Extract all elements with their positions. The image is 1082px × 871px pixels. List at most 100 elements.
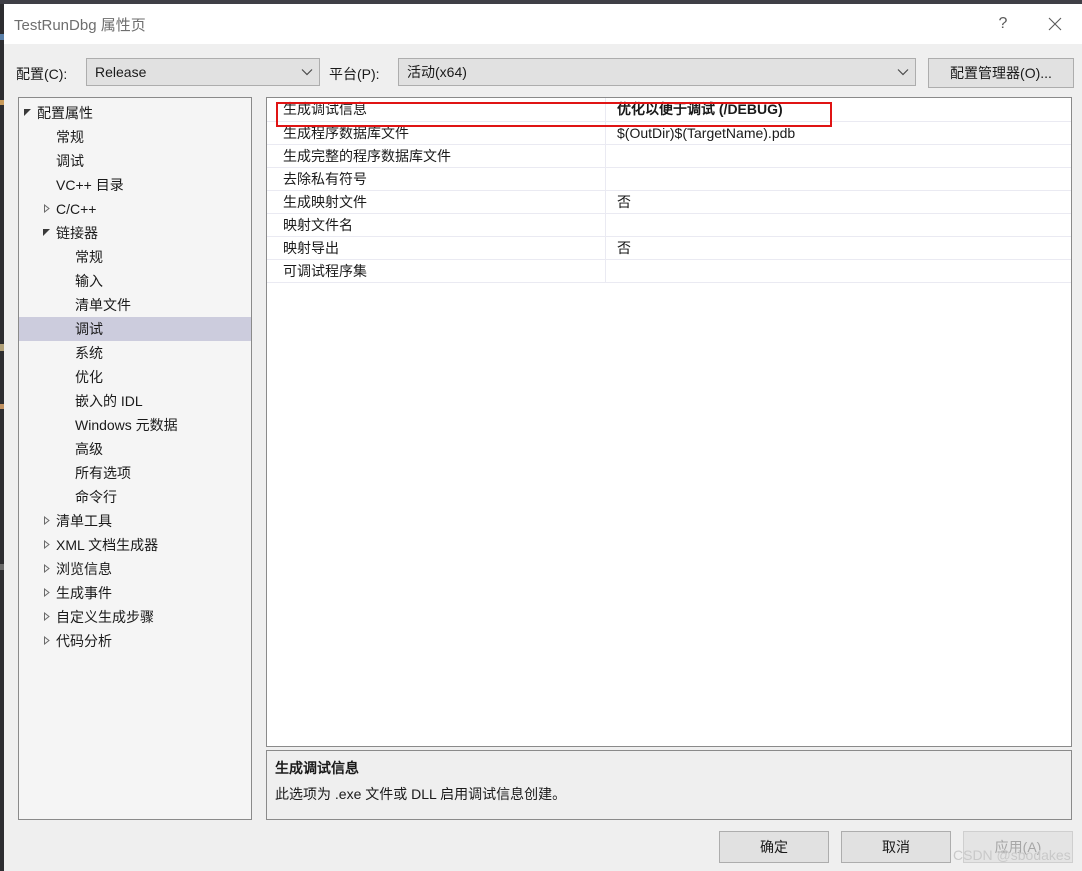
tree-item[interactable]: 清单工具 (19, 509, 251, 533)
tree-item[interactable]: 清单文件 (19, 293, 251, 317)
tree-item-label: XML 文档生成器 (56, 537, 159, 553)
property-name: 生成映射文件 (267, 190, 606, 214)
platform-value: 活动(x64) (407, 64, 467, 80)
property-row[interactable]: 生成调试信息 优化以便于调试 (/DEBUG) (267, 98, 1071, 122)
tree-item-label: VC++ 目录 (56, 177, 124, 193)
tree-item[interactable]: 高级 (19, 437, 251, 461)
property-name: 映射导出 (267, 236, 606, 260)
tree-item[interactable]: 优化 (19, 365, 251, 389)
property-row[interactable]: 映射文件名 (267, 213, 1071, 237)
configuration-dropdown[interactable]: Release (86, 58, 320, 86)
tree-item-label: 系统 (75, 345, 103, 361)
tree-item[interactable]: 调试 (19, 149, 251, 173)
configuration-label: 配置(C): (16, 66, 68, 82)
tree-collapsed-arrow-icon[interactable] (38, 635, 54, 647)
tree-item-label: 高级 (75, 441, 103, 457)
tree-item-label: C/C++ (56, 201, 97, 217)
configuration-bar: 配置(C): Release 平台(P): 活动(x64) 配置管理器(O)..… (4, 44, 1082, 96)
property-row[interactable]: 映射导出否 (267, 236, 1071, 260)
tree-item-label: 嵌入的 IDL (75, 393, 143, 409)
tree-item-label: 命令行 (75, 489, 117, 505)
tree-item-label: 清单文件 (75, 297, 131, 313)
tree-item-label: 调试 (56, 153, 84, 169)
tree-item[interactable]: C/C++ (19, 197, 251, 221)
property-name: 去除私有符号 (267, 167, 606, 191)
tree-item[interactable]: VC++ 目录 (19, 173, 251, 197)
property-name: 生成完整的程序数据库文件 (267, 144, 606, 168)
property-value[interactable] (605, 144, 1071, 168)
tree-item[interactable]: 常规 (19, 245, 251, 269)
property-value[interactable]: 否 (605, 236, 1071, 260)
tree-item-label: 代码分析 (56, 633, 112, 649)
tree-item[interactable]: 常规 (19, 125, 251, 149)
tree-item-label: 浏览信息 (56, 561, 112, 577)
tree-item[interactable]: 命令行 (19, 485, 251, 509)
tree-item-label: 优化 (75, 369, 103, 385)
property-value[interactable] (605, 167, 1071, 191)
property-row[interactable]: 去除私有符号 (267, 167, 1071, 191)
configuration-value: Release (95, 64, 147, 80)
description-body: 此选项为 .exe 文件或 DLL 启用调试信息创建。 (275, 786, 567, 802)
tree-item-label: 生成事件 (56, 585, 112, 601)
tree-item[interactable]: 输入 (19, 269, 251, 293)
property-name: 映射文件名 (267, 213, 606, 237)
tree-item[interactable]: Windows 元数据 (19, 413, 251, 437)
property-grid-panel: 生成调试信息 优化以便于调试 (/DEBUG) 生成程序数据库文件 $(OutDir)… (266, 97, 1072, 747)
tree-item[interactable]: 所有选项 (19, 461, 251, 485)
tree-collapsed-arrow-icon[interactable] (38, 539, 54, 551)
title-bar: TestRunDbg 属性页 ? (4, 4, 1082, 44)
tree-item[interactable]: 生成事件 (19, 581, 251, 605)
tree-collapsed-arrow-icon[interactable] (38, 611, 54, 623)
property-grid: 生成调试信息 优化以便于调试 (/DEBUG) 生成程序数据库文件 $(OutDir)… (267, 98, 1071, 283)
chevron-down-icon (891, 59, 915, 85)
tree-collapsed-arrow-icon[interactable] (38, 515, 54, 527)
apply-button: 应用(A) (963, 831, 1073, 863)
platform-dropdown[interactable]: 活动(x64) (398, 58, 916, 86)
property-row[interactable]: 生成程序数据库文件 $(OutDir)$(TargetName).pdb (267, 121, 1071, 145)
tree-expanded-arrow-icon[interactable] (19, 108, 35, 119)
property-value[interactable]: 否 (605, 190, 1071, 214)
ok-button[interactable]: 确定 (719, 831, 829, 863)
chevron-down-icon (295, 59, 319, 85)
property-name: 生成调试信息 (267, 98, 606, 122)
description-title: 生成调试信息 (275, 760, 359, 776)
tree-item-label: 配置属性 (37, 105, 93, 121)
tree-item[interactable]: XML 文档生成器 (19, 533, 251, 557)
property-value[interactable]: $(OutDir)$(TargetName).pdb (605, 121, 1071, 145)
tree-item-label: 所有选项 (75, 465, 131, 481)
tree-expanded-arrow-icon[interactable] (38, 228, 54, 239)
property-value[interactable] (605, 259, 1071, 283)
configuration-manager-button[interactable]: 配置管理器(O)... (928, 58, 1074, 88)
tree-item-label: 自定义生成步骤 (56, 609, 154, 625)
tree-item-label: 链接器 (56, 225, 98, 241)
property-name: 生成程序数据库文件 (267, 121, 606, 145)
platform-label: 平台(P): (329, 66, 380, 82)
tree-item[interactable]: 系统 (19, 341, 251, 365)
tree-item[interactable]: 配置属性 (19, 101, 251, 125)
tree-item-label: 常规 (56, 129, 84, 145)
tree-item[interactable]: 调试 (19, 317, 251, 341)
tree-collapsed-arrow-icon[interactable] (38, 587, 54, 599)
tree-collapsed-arrow-icon[interactable] (38, 203, 54, 215)
property-row[interactable]: 可调试程序集 (267, 259, 1071, 283)
tree-item[interactable]: 链接器 (19, 221, 251, 245)
property-value[interactable]: 优化以便于调试 (/DEBUG) (605, 98, 1071, 122)
property-name: 可调试程序集 (267, 259, 606, 283)
tree-item[interactable]: 嵌入的 IDL (19, 389, 251, 413)
tree-item-label: 清单工具 (56, 513, 112, 529)
property-row[interactable]: 生成完整的程序数据库文件 (267, 144, 1071, 168)
window-title: TestRunDbg 属性页 (14, 17, 146, 34)
property-pages-dialog: TestRunDbg 属性页 ? 配置(C): Release 平台(P): 活… (4, 4, 1082, 871)
property-row[interactable]: 生成映射文件否 (267, 190, 1071, 214)
property-value[interactable] (605, 213, 1071, 237)
cancel-button[interactable]: 取消 (841, 831, 951, 863)
configuration-tree-panel: 配置属性 常规 调试 VC++ 目录 C/C++ 链接器 常规 输入 清单文件 调试 系统 优化 嵌入的… (18, 97, 252, 820)
tree-collapsed-arrow-icon[interactable] (38, 563, 54, 575)
help-question-icon[interactable]: ? (980, 4, 1026, 44)
tree-item[interactable]: 代码分析 (19, 629, 251, 653)
tree-item[interactable]: 自定义生成步骤 (19, 605, 251, 629)
tree-item-label: 常规 (75, 249, 103, 265)
tree-item[interactable]: 浏览信息 (19, 557, 251, 581)
tree-item-label: 输入 (75, 273, 103, 289)
close-x-icon[interactable] (1032, 4, 1078, 44)
